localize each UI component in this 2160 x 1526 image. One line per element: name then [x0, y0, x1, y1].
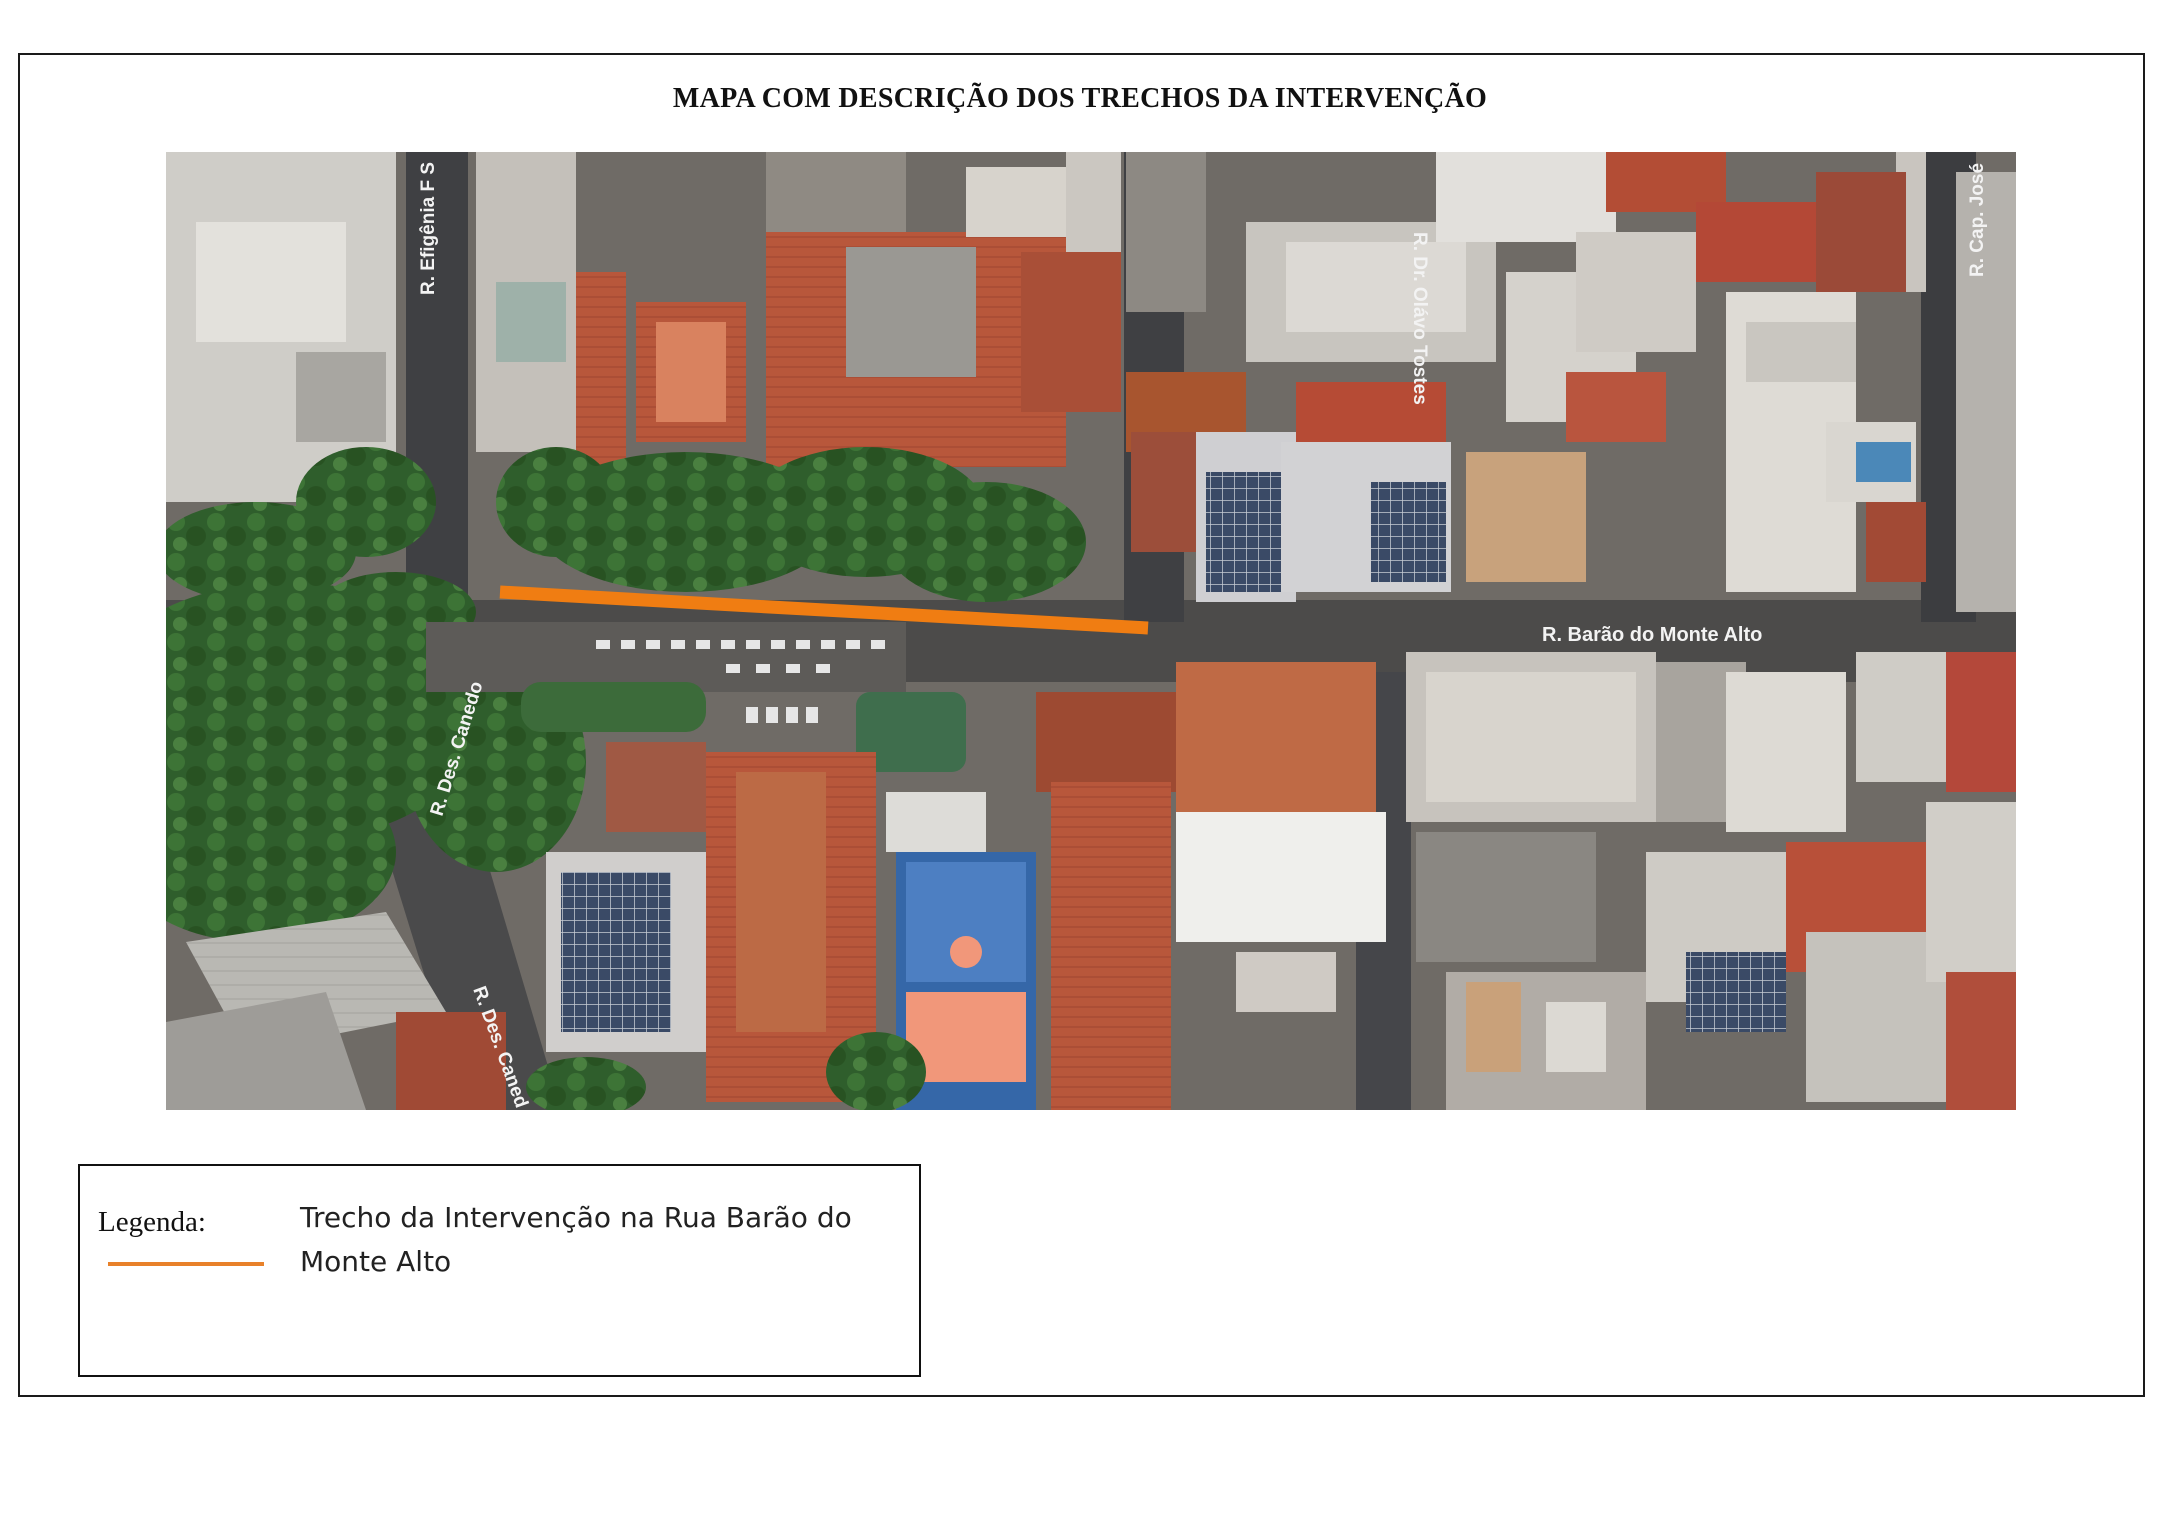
street-label-barao: R. Barão do Monte Alto: [1542, 624, 1762, 646]
legend-line-swatch: [108, 1262, 264, 1266]
map-title: MAPA COM DESCRIÇÃO DOS TRECHOS DA INTERV…: [672, 83, 1488, 114]
street-label-cap-jose: R. Cap. José: [1967, 163, 1988, 277]
legend-box: Legenda: Trecho da Intervenção na Rua Ba…: [78, 1164, 921, 1377]
legend-description: Trecho da Intervenção na Rua Barão do Mo…: [300, 1201, 852, 1278]
street-label-efigenia: R. Efigênia F S: [418, 162, 439, 295]
aerial-map[interactable]: R. Efigênia F S R. Dr. Olávo Tostes R. C…: [166, 152, 2016, 1110]
street-label-olavo: R. Dr. Olávo Tostes: [1409, 232, 1430, 405]
legend-title: Legenda:: [98, 1206, 206, 1238]
